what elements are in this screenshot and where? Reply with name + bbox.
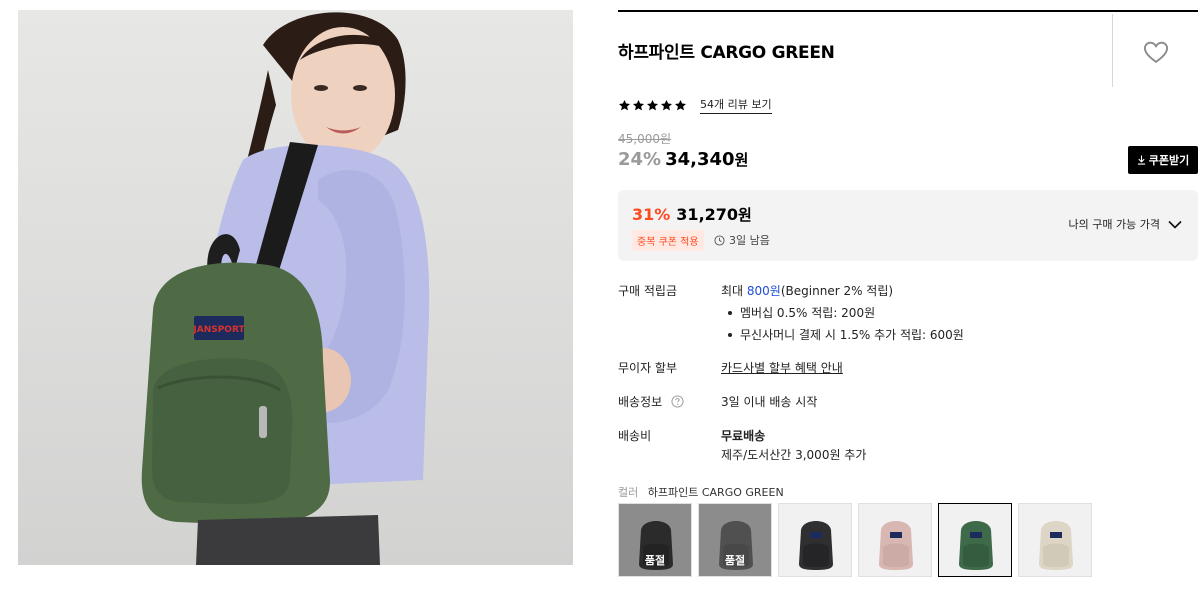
star-icon <box>632 99 645 110</box>
sale-price: 34,340 <box>665 149 735 170</box>
product-title: 하프파인트 CARGO GREEN <box>618 43 835 63</box>
color-swatch-2[interactable]: 품절 <box>698 503 772 577</box>
svg-text:JANSPORT: JANSPORT <box>192 325 245 335</box>
points-bullet-money: 무신사머니 결제 시 1.5% 추가 적립: 600원 <box>721 326 964 343</box>
soldout-label: 품절 <box>724 554 746 567</box>
chevron-down-icon <box>1168 220 1182 229</box>
shipping-info-label: 배송정보 <box>618 395 663 409</box>
original-price: 45,000원 <box>618 132 672 146</box>
shipping-fee-note: 제주/도서산간 3,000원 추가 <box>721 448 867 462</box>
best-currency-unit: 원 <box>738 206 752 224</box>
product-info-panel: 하프파인트 CARGO GREEN 54개 리뷰 보기 45,000원 24% … <box>618 10 1198 592</box>
color-swatch-3[interactable] <box>778 503 852 577</box>
vertical-divider <box>1112 14 1113 87</box>
time-left-label: 3일 남음 <box>729 234 770 247</box>
rating-row: 54개 리뷰 보기 <box>618 96 772 114</box>
points-suffix: (Beginner 2% 적립) <box>780 284 894 298</box>
shipping-fee-value: 무료배송 <box>721 429 766 443</box>
color-swatch-6[interactable] <box>1018 503 1092 577</box>
coupon-download-button[interactable]: 쿠폰받기 <box>1128 146 1198 174</box>
points-bullet-membership: 멤버십 0.5% 적립: 200원 <box>721 304 964 321</box>
star-icon <box>646 99 659 110</box>
coupon-button-label: 쿠폰받기 <box>1148 154 1190 167</box>
points-breakdown: 멤버십 0.5% 적립: 200원 무신사머니 결제 시 1.5% 추가 적립:… <box>721 304 964 348</box>
review-link[interactable]: 54개 리뷰 보기 <box>700 96 772 114</box>
price-row: 24% 34,340 원 <box>618 149 748 170</box>
download-icon <box>1137 155 1145 165</box>
best-discount-percent: 31% <box>632 205 671 224</box>
color-swatch-1[interactable]: 품절 <box>618 503 692 577</box>
star-icon <box>674 99 687 110</box>
shipping-info-label-row: 배송정보 <box>618 393 684 410</box>
star-icon <box>660 99 673 110</box>
heart-icon[interactable] <box>1142 38 1170 66</box>
installment-label: 무이자 할부 <box>618 361 678 375</box>
discount-percent: 24% <box>618 149 662 170</box>
color-swatch-4[interactable] <box>858 503 932 577</box>
currency-unit: 원 <box>734 151 749 169</box>
best-price-row: 31% 31,270 원 <box>632 204 752 225</box>
my-price-label: 나의 구매 가능 가격 <box>1068 218 1160 231</box>
stacked-coupon-badge: 중복 쿠폰 적용 <box>632 230 704 251</box>
clock-icon <box>714 234 725 246</box>
product-image: JANSPORT <box>18 10 573 565</box>
shipping-info-value: 3일 이내 배송 시작 <box>721 395 818 409</box>
selected-color-name: 하프파인트 CARGO GREEN <box>647 486 784 499</box>
points-prefix: 최대 <box>721 284 747 298</box>
star-icon <box>618 99 631 110</box>
best-price: 31,270 <box>676 205 739 224</box>
soldout-label: 품절 <box>644 554 666 567</box>
points-label: 구매 적립금 <box>618 284 678 298</box>
color-swatches: 품절 품절 <box>618 503 1092 577</box>
color-label-row: 컬러 하프파인트 CARGO GREEN <box>618 484 784 500</box>
shipping-fee-label: 배송비 <box>618 429 652 443</box>
points-value: 최대 800원(Beginner 2% 적립) <box>721 282 893 299</box>
best-price-box: 31% 31,270 원 중복 쿠폰 적용 3일 남음 나의 구매 가능 가격 <box>618 190 1198 261</box>
time-left: 3일 남음 <box>714 232 770 248</box>
color-key: 컬러 <box>618 486 639 499</box>
points-amount: 800원 <box>746 284 781 298</box>
color-swatch-5-selected[interactable] <box>938 503 1012 577</box>
help-circle-icon[interactable] <box>671 395 684 408</box>
installment-link[interactable]: 카드사별 할부 혜택 안내 <box>721 359 843 376</box>
star-rating <box>618 99 687 112</box>
my-price-toggle[interactable]: 나의 구매 가능 가격 <box>1069 216 1182 232</box>
top-divider <box>618 10 1198 12</box>
